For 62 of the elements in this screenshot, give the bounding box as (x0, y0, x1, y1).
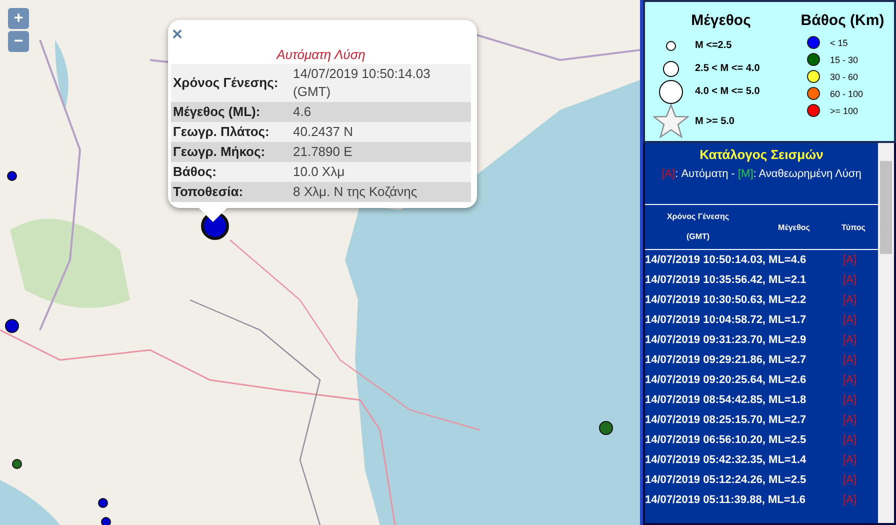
legend-label: M <=2.5 (695, 40, 732, 51)
type-tag: [A] (843, 494, 856, 506)
circle-icon (663, 60, 679, 76)
column-header: Τύπος (840, 222, 866, 232)
field-label: Γεωγρ. Μήκος: (171, 142, 291, 162)
scrollbar-thumb[interactable] (880, 161, 892, 254)
close-button[interactable]: × (172, 25, 183, 43)
type-tag: [A] (843, 474, 856, 486)
event-link[interactable]: 14/07/2019 10:50:14.03, ML=4.6 (645, 254, 825, 266)
legend-label: 30 - 60 (830, 72, 858, 82)
field-value: 40.2437 N (291, 122, 471, 142)
field-value: 14/07/2019 10:50:14.03 (GMT) (291, 64, 471, 102)
legend-label: 2.5 < M <= 4.0 (695, 63, 760, 74)
circle-icon (659, 80, 683, 104)
field-value: 10.0 Χλμ (291, 162, 471, 182)
type-tag: [A] (843, 454, 856, 466)
type-tag: [A] (843, 434, 856, 446)
event-link[interactable]: 14/07/2019 10:30:50.63, ML=2.2 (645, 294, 825, 306)
star-icon (653, 104, 689, 138)
legend-label: 60 - 100 (830, 88, 864, 98)
legend-text: [A]: Αυτόματη - [M]: Αναθεωρημένη Λύση (660, 168, 862, 180)
event-link[interactable]: 14/07/2019 08:54:42.85, ML=1.8 (645, 394, 825, 406)
type-tag: [A] (843, 414, 856, 426)
popup-title: Αυτόματη Λύση (275, 46, 366, 64)
event-link[interactable]: 14/07/2019 10:04:58.72, ML=1.7 (645, 314, 825, 326)
field-label: Μέγεθος (ML): (171, 102, 291, 122)
field-value: 4.6 (291, 102, 471, 122)
column-header: Χρόνος Γένεσης (GMT) (666, 211, 730, 243)
legend-label: >= 100 (830, 106, 858, 116)
type-tag: [A] (843, 314, 856, 326)
type-tag: [A] (843, 394, 856, 406)
event-link[interactable]: 14/07/2019 08:25:15.70, ML=2.7 (645, 414, 825, 426)
event-link[interactable]: 14/07/2019 10:35:56.42, ML=2.1 (645, 274, 825, 286)
event-link[interactable]: 14/07/2019 09:31:23.70, ML=2.9 (645, 334, 825, 346)
circle-icon (666, 40, 676, 50)
type-tag: [A] (843, 294, 856, 306)
legend-title: Μέγεθος (690, 12, 752, 29)
type-tag: [A] (843, 374, 856, 386)
type-tag: [A] (843, 274, 856, 286)
type-tag: [A] (843, 334, 856, 346)
legend-label: 4.0 < M <= 5.0 (695, 86, 760, 97)
type-tag: [A] (843, 354, 856, 366)
type-tag: [A] (843, 254, 856, 266)
field-label: Χρόνος Γένεσης: (171, 64, 291, 102)
event-link[interactable]: 14/07/2019 05:12:24.26, ML=2.5 (645, 474, 825, 486)
legend-title: Βάθος (Km) (800, 12, 886, 29)
event-link[interactable]: 14/07/2019 06:56:10.20, ML=2.5 (645, 434, 825, 446)
column-header: Μέγεθος (777, 222, 811, 232)
legend-label: M >= 5.0 (695, 116, 734, 126)
field-label: Γεωγρ. Πλάτος: (171, 122, 291, 142)
event-link[interactable]: 14/07/2019 05:42:32.35, ML=1.4 (645, 454, 825, 466)
event-link[interactable]: 14/07/2019 09:20:25.64, ML=2.6 (645, 374, 825, 386)
catalog-title: Κατάλογος Σεισμών (698, 147, 824, 162)
event-link[interactable]: 14/07/2019 09:29:21.86, ML=2.7 (645, 354, 825, 366)
field-value: 8 Χλμ. Ν της Κοζάνης (291, 182, 471, 202)
legend-label: 15 - 30 (830, 54, 858, 64)
field-label: Βάθος: (171, 162, 291, 182)
scrollbar[interactable] (878, 143, 894, 523)
event-link[interactable]: 14/07/2019 05:11:39.88, ML=1.6 (645, 494, 825, 506)
legend-label: < 15 (830, 38, 848, 48)
field-label: Τοποθεσία: (171, 182, 291, 202)
field-value: 21.7890 E (291, 142, 471, 162)
